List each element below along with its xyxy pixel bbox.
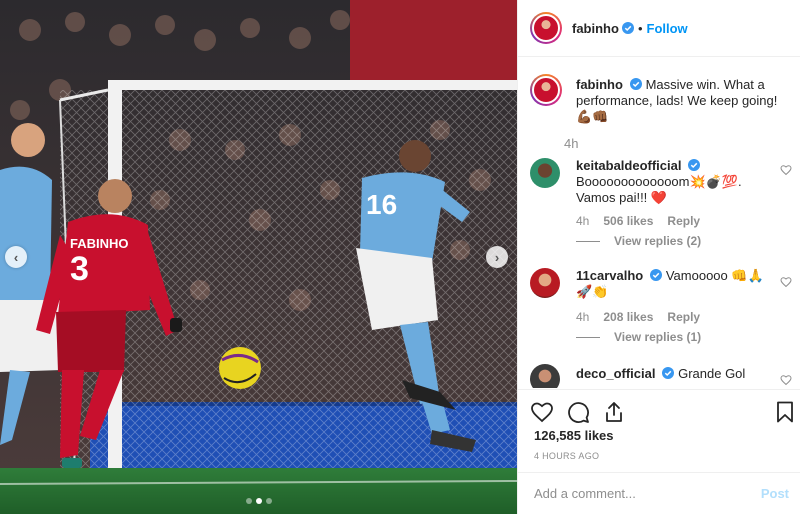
comment-row: 11carvalho Vamooooo 👊🙏 🚀👏 4h 208 likes R… (530, 268, 792, 358)
comments-list[interactable]: fabinho Massive win. What a performance,… (518, 58, 800, 388)
author-avatar[interactable] (530, 12, 562, 44)
comment-avatar[interactable] (530, 158, 560, 188)
like-heart-icon[interactable] (530, 400, 554, 424)
verified-badge-icon (650, 269, 663, 281)
comment-time[interactable]: 4h (576, 214, 589, 228)
comment-username[interactable]: deco_official (576, 366, 655, 381)
post-photo[interactable]: FABINHO 3 16 ‹ › (0, 0, 517, 514)
jersey-number-red: 3 (70, 250, 89, 288)
instagram-post: FABINHO 3 16 ‹ › fabinho • Follow fabinh… (0, 0, 800, 514)
verified-badge-icon (662, 367, 675, 379)
reply-button[interactable]: Reply (667, 214, 700, 228)
carousel-dot (265, 498, 272, 504)
view-replies-button[interactable]: View replies (1) (576, 330, 701, 344)
carousel-indicator (0, 498, 517, 504)
carousel-next-button[interactable]: › (486, 246, 508, 268)
separator-dot: • (637, 20, 643, 36)
chevron-right-icon: › (494, 249, 500, 265)
likes-count[interactable]: 126,585 likes (534, 428, 614, 443)
comment-likes[interactable]: 208 likes (603, 310, 653, 324)
verified-badge-icon (688, 159, 701, 171)
bookmark-icon[interactable] (773, 400, 797, 424)
caption-username[interactable]: fabinho (576, 77, 623, 92)
view-replies-label: View replies (1) (614, 330, 702, 344)
view-replies-label: View replies (2) (614, 234, 702, 248)
reply-button[interactable]: Reply (667, 310, 700, 324)
comment-like-heart-icon[interactable] (780, 374, 792, 386)
comment-time[interactable]: 4h (576, 310, 589, 324)
replies-divider (576, 336, 600, 338)
comment-row: deco_official Grande Gol (530, 364, 792, 388)
comment-bubble-icon[interactable] (566, 400, 590, 424)
caption-avatar[interactable] (530, 74, 562, 106)
chevron-left-icon: ‹ (13, 249, 19, 265)
comment-meta: 4h 506 likes Reply (576, 214, 700, 228)
jersey-name-red: FABINHO (70, 236, 129, 251)
carousel-prev-button[interactable]: ‹ (5, 246, 27, 268)
post-actions: 126,585 likes 4 HOURS AGO (518, 389, 800, 471)
comment-like-heart-icon[interactable] (780, 276, 792, 288)
verified-badge-icon (629, 78, 642, 90)
follow-button[interactable]: Follow (647, 21, 688, 36)
view-replies-button[interactable]: View replies (2) (576, 234, 701, 248)
replies-divider (576, 240, 600, 242)
comment-input[interactable] (534, 486, 761, 501)
share-icon[interactable] (602, 400, 626, 424)
comment-meta: 4h 208 likes Reply (576, 310, 700, 324)
comment-text: Booooooooooooom💥💣💯. Vamos pai!!! ❤️ (576, 174, 742, 205)
carousel-dot-active (255, 498, 262, 504)
football-scene-image: FABINHO 3 16 (0, 0, 517, 514)
comment-like-heart-icon[interactable] (780, 164, 792, 176)
post-side-panel: fabinho • Follow fabinho Massive win. Wh… (517, 0, 800, 514)
post-header: fabinho • Follow (518, 0, 800, 57)
comment-username[interactable]: 11carvalho (576, 268, 643, 283)
football (219, 347, 261, 389)
comment-likes[interactable]: 506 likes (603, 214, 653, 228)
caption-time[interactable]: 4h (564, 136, 578, 151)
verified-badge-icon (621, 22, 634, 34)
comment-row: keitabaldeofficial Booooooooooooom💥💣💯. V… (530, 158, 792, 253)
comment-avatar[interactable] (530, 364, 560, 388)
jersey-number-blue: 16 (366, 189, 397, 220)
post-timestamp[interactable]: 4 HOURS AGO (534, 451, 599, 461)
carousel-dot (245, 498, 252, 504)
post-comment-button[interactable]: Post (761, 486, 789, 501)
author-username[interactable]: fabinho (572, 21, 619, 36)
comment-username[interactable]: keitabaldeofficial (576, 158, 681, 173)
comment-composer: Post (518, 472, 800, 514)
comment-avatar[interactable] (530, 268, 560, 298)
comment-text: Grande Gol (678, 366, 746, 381)
